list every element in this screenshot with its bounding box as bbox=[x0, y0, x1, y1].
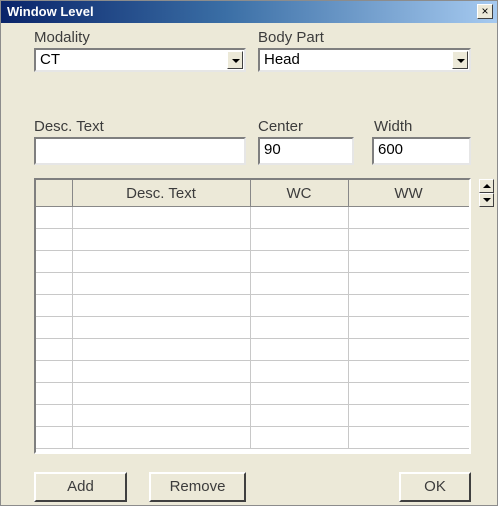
table-cell[interactable] bbox=[72, 338, 251, 361]
table-cell[interactable] bbox=[348, 338, 469, 361]
table-cell[interactable] bbox=[72, 360, 251, 383]
modality-combo[interactable]: CT bbox=[34, 48, 246, 72]
table-cell[interactable] bbox=[348, 228, 469, 251]
table-cell[interactable] bbox=[36, 272, 73, 295]
table-row[interactable] bbox=[36, 360, 469, 383]
table-cell[interactable] bbox=[348, 404, 469, 427]
center-value: 90 bbox=[264, 141, 281, 158]
table-cell[interactable] bbox=[250, 382, 349, 405]
table-cell[interactable] bbox=[36, 316, 73, 339]
table-cell[interactable] bbox=[72, 228, 251, 251]
table-row[interactable] bbox=[36, 404, 469, 427]
desc-text-input[interactable] bbox=[34, 137, 246, 165]
table-cell[interactable] bbox=[36, 250, 73, 273]
table-row[interactable] bbox=[36, 206, 469, 229]
table-cell[interactable] bbox=[250, 404, 349, 427]
window-title: Window Level bbox=[7, 4, 94, 19]
table-cell[interactable] bbox=[36, 338, 73, 361]
table-row[interactable] bbox=[36, 316, 469, 339]
table-cell[interactable] bbox=[36, 206, 73, 229]
table-cell[interactable] bbox=[72, 426, 251, 449]
modality-label: Modality bbox=[34, 29, 90, 46]
table-cell[interactable] bbox=[72, 316, 251, 339]
body-part-value: Head bbox=[264, 51, 300, 68]
table-cell[interactable] bbox=[250, 206, 349, 229]
table-cell[interactable] bbox=[36, 360, 73, 383]
modality-dropdown-button[interactable] bbox=[227, 51, 243, 69]
ok-button[interactable]: OK bbox=[399, 472, 471, 502]
window-level-dialog: Window Level × Modality CT Body Part Hea… bbox=[0, 0, 498, 506]
body-part-dropdown-button[interactable] bbox=[452, 51, 468, 69]
table-cell[interactable] bbox=[72, 404, 251, 427]
title-bar[interactable]: Window Level × bbox=[1, 1, 497, 23]
table-cell[interactable] bbox=[36, 294, 73, 317]
column-header-desc-text[interactable]: Desc. Text bbox=[72, 180, 251, 207]
table-cell[interactable] bbox=[250, 250, 349, 273]
table-cell[interactable] bbox=[250, 426, 349, 449]
width-value: 600 bbox=[378, 141, 404, 158]
table-header-row: Desc. Text WC WW bbox=[36, 180, 469, 207]
body-part-label: Body Part bbox=[258, 29, 324, 46]
table-cell[interactable] bbox=[72, 272, 251, 295]
table: Desc. Text WC WW bbox=[36, 180, 469, 449]
table-row[interactable] bbox=[36, 228, 469, 251]
window-level-table[interactable]: Desc. Text WC WW bbox=[34, 178, 471, 454]
center-input[interactable]: 90 bbox=[258, 137, 354, 165]
table-cell[interactable] bbox=[72, 250, 251, 273]
table-cell[interactable] bbox=[348, 272, 469, 295]
table-cell[interactable] bbox=[250, 272, 349, 295]
table-cell[interactable] bbox=[250, 294, 349, 317]
table-row[interactable] bbox=[36, 338, 469, 361]
center-label: Center bbox=[258, 118, 304, 135]
close-icon: × bbox=[481, 4, 489, 18]
width-input[interactable]: 600 bbox=[372, 137, 471, 165]
table-row[interactable] bbox=[36, 250, 469, 273]
table-cell[interactable] bbox=[250, 316, 349, 339]
table-cell[interactable] bbox=[36, 382, 73, 405]
table-cell[interactable] bbox=[250, 338, 349, 361]
modality-value: CT bbox=[40, 51, 60, 68]
table-cell[interactable] bbox=[36, 404, 73, 427]
desc-text-label: Desc. Text bbox=[34, 118, 104, 135]
add-button[interactable]: Add bbox=[34, 472, 127, 502]
scroll-down-icon[interactable] bbox=[479, 193, 494, 207]
table-row[interactable] bbox=[36, 382, 469, 405]
table-row[interactable] bbox=[36, 294, 469, 317]
column-header-ww[interactable]: WW bbox=[348, 180, 469, 207]
close-button[interactable]: × bbox=[477, 4, 493, 19]
column-header-wc[interactable]: WC bbox=[250, 180, 349, 207]
body-part-combo[interactable]: Head bbox=[258, 48, 471, 72]
table-cell[interactable] bbox=[348, 426, 469, 449]
table-body bbox=[36, 206, 469, 449]
table-cell[interactable] bbox=[348, 360, 469, 383]
table-cell[interactable] bbox=[348, 316, 469, 339]
table-cell[interactable] bbox=[36, 426, 73, 449]
table-cell[interactable] bbox=[348, 250, 469, 273]
column-header-index[interactable] bbox=[36, 180, 73, 207]
table-cell[interactable] bbox=[348, 382, 469, 405]
table-cell[interactable] bbox=[72, 294, 251, 317]
table-cell[interactable] bbox=[348, 294, 469, 317]
table-cell[interactable] bbox=[72, 206, 251, 229]
table-cell[interactable] bbox=[250, 228, 349, 251]
table-scroll-spinner[interactable] bbox=[479, 179, 494, 207]
table-cell[interactable] bbox=[250, 360, 349, 383]
remove-button[interactable]: Remove bbox=[149, 472, 246, 502]
width-label: Width bbox=[374, 118, 413, 135]
table-cell[interactable] bbox=[72, 382, 251, 405]
table-row[interactable] bbox=[36, 426, 469, 449]
table-cell[interactable] bbox=[348, 206, 469, 229]
table-row[interactable] bbox=[36, 272, 469, 295]
table-cell[interactable] bbox=[36, 228, 73, 251]
scroll-up-icon[interactable] bbox=[479, 179, 494, 193]
